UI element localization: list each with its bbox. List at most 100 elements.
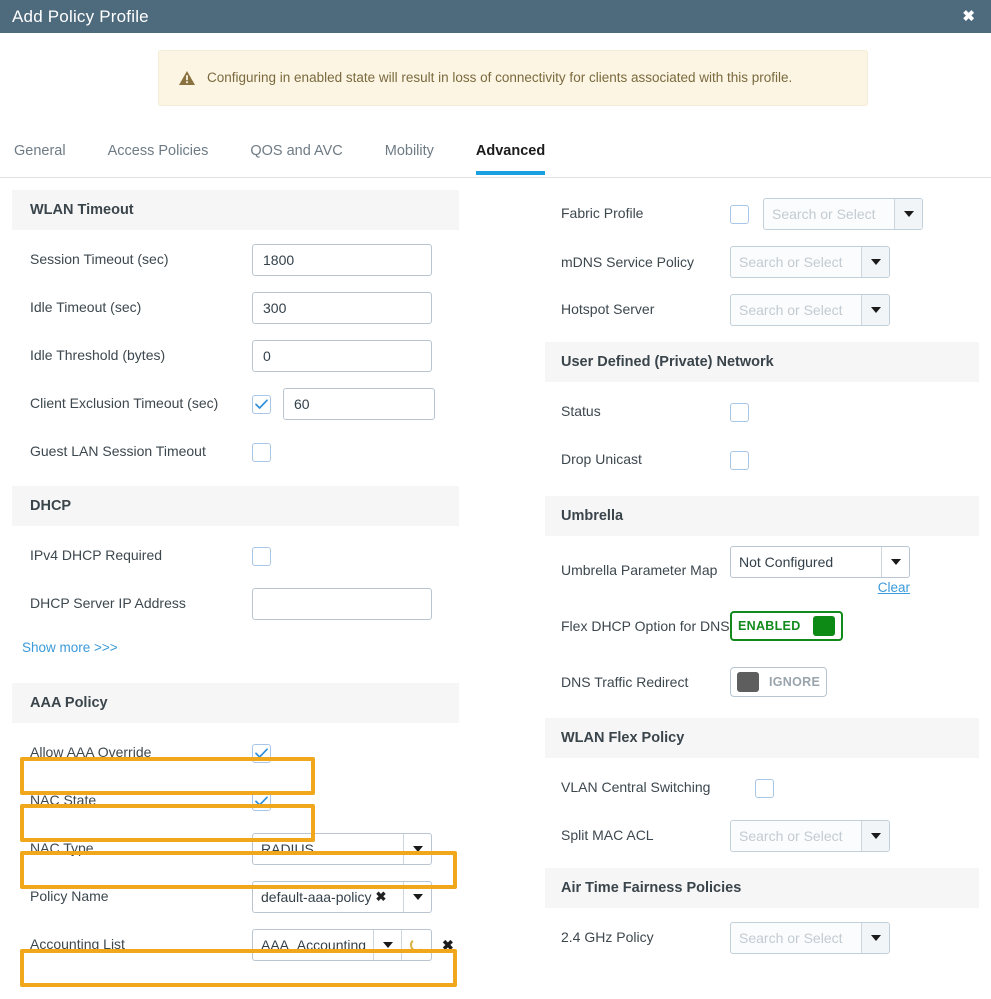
chevron-down-icon[interactable] [894, 199, 922, 229]
page-title: Add Policy Profile [12, 6, 149, 26]
flex-dhcp-option-for-dns-label: Flex DHCP Option for DNS [561, 617, 730, 634]
accounting-list-label: Accounting List [30, 936, 125, 953]
client-exclusion-timeout-checkbox[interactable] [252, 394, 271, 414]
banner-region: Configuring in enabled state will result… [0, 33, 991, 133]
allow-aaa-override-checkbox[interactable] [252, 743, 271, 763]
split-mac-acl-placeholder: Search or Select [739, 828, 843, 844]
mdns-service-policy-label: mDNS Service Policy [561, 253, 695, 270]
ipv4-dhcp-required-label: IPv4 DHCP Required [30, 547, 163, 564]
session-timeout-input[interactable]: 1800 [252, 244, 432, 276]
tab-qos-and-avc[interactable]: QOS and AVC [250, 133, 342, 173]
hotspot-server-placeholder: Search or Select [739, 302, 843, 318]
hotspot-server-label: Hotspot Server [561, 301, 655, 318]
fabric-profile-checkbox[interactable] [730, 204, 749, 224]
show-more-link[interactable]: Show more >>> [12, 640, 118, 655]
row-nac-state: NAC State [12, 777, 459, 825]
umbrella-parameter-map-label: Umbrella Parameter Map [561, 561, 718, 578]
udn-status-label: Status [561, 403, 601, 420]
idle-threshold-input[interactable]: 0 [252, 340, 432, 372]
policy-name-value: default-aaa-policy [261, 889, 372, 905]
accounting-list-select[interactable]: AAA_Accounting_C [252, 929, 432, 961]
nac-type-value: RADIUS [261, 841, 314, 857]
vlan-central-switching-checkbox[interactable] [755, 778, 774, 798]
chevron-down-icon[interactable] [373, 930, 401, 960]
flex-dhcp-option-for-dns-toggle[interactable]: ENABLED [730, 611, 843, 641]
chevron-down-icon[interactable] [403, 834, 431, 864]
umbrella-clear-link[interactable]: Clear [878, 580, 910, 595]
row-accounting-list: Accounting List AAA_Accounting_C ✖ [12, 921, 459, 969]
ghz24-policy-label: 2.4 GHz Policy [561, 929, 654, 946]
row-umbrella-parameter-map: Umbrella Parameter Map Not Configured Cl… [545, 542, 979, 598]
vlan-central-switching-label: VLAN Central Switching [561, 779, 711, 796]
split-mac-acl-select[interactable]: Search or Select [730, 820, 890, 852]
mdns-service-policy-select[interactable]: Search or Select [730, 246, 890, 278]
chevron-down-icon[interactable] [861, 923, 889, 953]
tab-access-policies[interactable]: Access Policies [108, 133, 209, 173]
tab-bar: General Access Policies QOS and AVC Mobi… [0, 133, 991, 178]
chevron-down-icon[interactable] [861, 821, 889, 851]
tab-advanced[interactable]: Advanced [475, 133, 546, 175]
umbrella-parameter-map-value: Not Configured [739, 553, 834, 570]
session-timeout-label: Session Timeout (sec) [30, 251, 169, 268]
guest-lan-session-timeout-label: Guest LAN Session Timeout [30, 443, 206, 460]
row-policy-name: Policy Name default-aaa-policy ✖ [12, 873, 459, 921]
window-titlebar: Add Policy Profile ✖ [0, 0, 991, 33]
ipv4-dhcp-required-checkbox[interactable] [252, 546, 271, 566]
section-aaa-policy-heading: AAA Policy [12, 683, 459, 723]
udn-drop-unicast-label: Drop Unicast [561, 451, 642, 468]
nac-type-label: NAC Type [30, 840, 94, 857]
dhcp-server-ip-label: DHCP Server IP Address [30, 595, 186, 612]
row-allow-aaa-override: Allow AAA Override [12, 729, 459, 777]
section-umbrella-heading: Umbrella [545, 496, 979, 536]
policy-name-select[interactable]: default-aaa-policy ✖ [252, 881, 432, 913]
chevron-down-icon[interactable] [403, 882, 431, 912]
row-nac-type: NAC Type RADIUS [12, 825, 459, 873]
ghz24-policy-select[interactable]: Search or Select [730, 922, 890, 954]
chevron-down-icon[interactable] [861, 247, 889, 277]
fabric-profile-select[interactable]: Search or Select [763, 198, 923, 230]
row-dns-traffic-redirect: DNS Traffic Redirect IGNORE [545, 654, 979, 710]
allow-aaa-override-label: Allow AAA Override [30, 744, 152, 761]
client-exclusion-timeout-input[interactable]: 60 [283, 388, 435, 420]
row-guest-lan-session-timeout: Guest LAN Session Timeout [12, 428, 459, 476]
check-icon [255, 795, 268, 806]
flex-dhcp-option-for-dns-state: ENABLED [738, 619, 801, 633]
left-column: WLAN Timeout Session Timeout (sec) 1800 … [12, 190, 459, 969]
check-icon [255, 747, 268, 758]
row-idle-threshold: Idle Threshold (bytes) 0 [12, 332, 459, 380]
ghz24-policy-placeholder: Search or Select [739, 930, 843, 946]
chevron-down-icon[interactable] [881, 546, 909, 577]
row-session-timeout: Session Timeout (sec) 1800 [12, 236, 459, 284]
row-mdns-service-policy: mDNS Service Policy Search or Select [545, 238, 979, 286]
right-column: Fabric Profile Search or Select mDNS Ser… [545, 190, 979, 962]
row-fabric-profile: Fabric Profile Search or Select [545, 190, 979, 238]
dns-traffic-redirect-toggle[interactable]: IGNORE [730, 667, 828, 697]
tab-mobility[interactable]: Mobility [385, 133, 434, 173]
loading-spinner-icon [401, 930, 431, 960]
chevron-down-icon[interactable] [861, 295, 889, 325]
hotspot-server-select[interactable]: Search or Select [730, 294, 890, 326]
policy-name-clear-icon[interactable]: ✖ [376, 889, 387, 905]
guest-lan-session-timeout-checkbox[interactable] [252, 442, 271, 462]
idle-timeout-input[interactable]: 300 [252, 292, 432, 324]
nac-state-label: NAC State [30, 792, 97, 809]
row-24ghz-policy: 2.4 GHz Policy Search or Select [545, 914, 979, 962]
udn-status-checkbox[interactable] [730, 402, 749, 422]
accounting-list-remove-icon[interactable]: ✖ [442, 937, 454, 954]
udn-drop-unicast-checkbox[interactable] [730, 450, 749, 470]
fabric-profile-placeholder: Search or Select [772, 206, 876, 222]
row-idle-timeout: Idle Timeout (sec) 300 [12, 284, 459, 332]
nac-type-select[interactable]: RADIUS [252, 833, 432, 865]
row-flex-dhcp-option-for-dns: Flex DHCP Option for DNS ENABLED [545, 598, 979, 654]
dhcp-server-ip-input[interactable] [252, 588, 432, 620]
close-icon[interactable]: ✖ [958, 7, 979, 26]
row-client-exclusion-timeout: Client Exclusion Timeout (sec) 60 [12, 380, 459, 428]
fabric-profile-label: Fabric Profile [561, 205, 644, 222]
tab-general[interactable]: General [14, 133, 66, 173]
section-udn-heading: User Defined (Private) Network [545, 342, 979, 382]
section-wlan-timeout-heading: WLAN Timeout [12, 190, 459, 230]
section-wlan-flex-policy-heading: WLAN Flex Policy [545, 718, 979, 758]
row-udn-status: Status [545, 388, 979, 436]
nac-state-checkbox[interactable] [252, 791, 271, 811]
umbrella-parameter-map-select[interactable]: Not Configured [730, 545, 910, 578]
